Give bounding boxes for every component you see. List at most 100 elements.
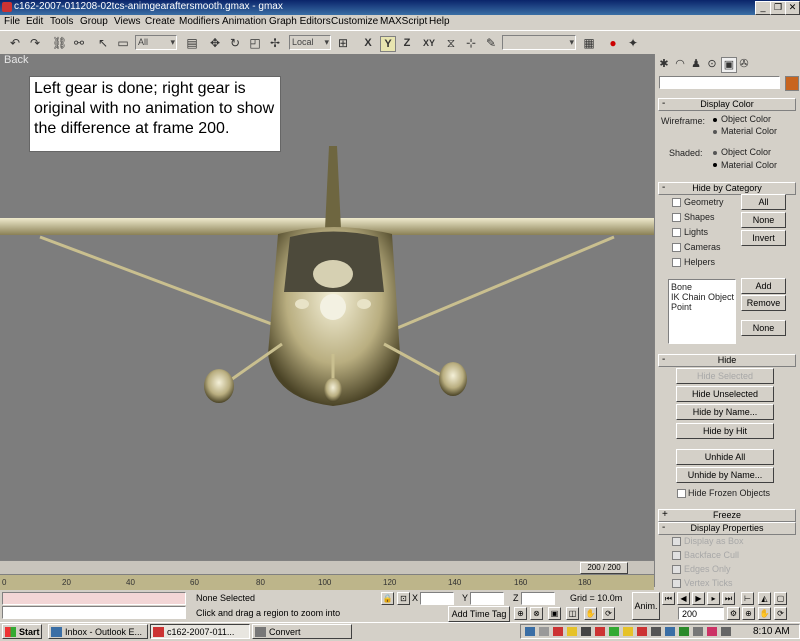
shaded-material-color-radio[interactable] <box>713 163 717 167</box>
unlink-icon[interactable]: ⚯ <box>72 36 86 50</box>
maximize-viewport-icon[interactable]: ▢ <box>774 592 787 605</box>
menu-modifiers[interactable]: Modifiers <box>179 16 220 27</box>
previous-frame-icon[interactable]: ◀ <box>677 592 690 605</box>
menu-graph-editors[interactable]: Graph Editors <box>269 16 331 27</box>
motion-tab-icon[interactable]: ⊙ <box>705 57 719 71</box>
menu-maxscript[interactable]: MAXScript <box>380 16 427 27</box>
scale-icon[interactable]: ◰ <box>248 36 262 50</box>
list-item[interactable]: IK Chain Object <box>671 292 734 302</box>
rotate-icon[interactable]: ↻ <box>228 36 242 50</box>
tray-app-icon[interactable] <box>567 627 577 636</box>
align-icon[interactable]: ⊹ <box>464 36 478 50</box>
menu-customize[interactable]: Customize <box>331 16 378 27</box>
display-color-rollout-header[interactable]: - Display Color <box>658 98 796 111</box>
freeze-rollout-header[interactable]: + Freeze <box>658 509 796 522</box>
named-selection-dropdown[interactable] <box>502 35 576 50</box>
render-teapot-icon[interactable]: ● <box>606 36 620 50</box>
tray-app-icon[interactable] <box>707 627 717 636</box>
invert-button[interactable]: Invert <box>741 230 786 246</box>
wireframe-material-color-radio[interactable] <box>713 130 717 134</box>
select-by-name-icon[interactable]: ▤ <box>185 36 199 50</box>
category-list[interactable]: Bone IK Chain Object Point <box>668 279 736 344</box>
display-as-box-checkbox[interactable] <box>672 537 681 546</box>
maxscript-input-field[interactable] <box>2 606 186 619</box>
wireframe-object-color-radio[interactable] <box>713 118 717 122</box>
display-properties-rollout-header[interactable]: - Display Properties <box>658 522 796 535</box>
task-outlook[interactable]: Inbox - Outlook E... <box>48 624 148 639</box>
back-viewport[interactable]: Back Left gear is done; right gear is or… <box>0 54 654 560</box>
time-config-icon[interactable]: ⚙ <box>727 607 740 620</box>
play-icon[interactable]: ▶ <box>692 592 705 605</box>
object-name-field[interactable] <box>659 76 780 89</box>
nav-zoom-extents-icon[interactable]: ▣ <box>548 607 561 620</box>
undo-icon[interactable]: ↶ <box>8 36 22 50</box>
hide-unselected-button[interactable]: Hide Unselected <box>676 386 774 402</box>
none-button[interactable]: None <box>741 212 786 228</box>
unhide-by-name-button[interactable]: Unhide by Name... <box>676 467 774 483</box>
geometry-checkbox[interactable] <box>672 198 681 207</box>
shaded-object-color-radio[interactable] <box>713 151 717 155</box>
menu-animation[interactable]: Animation <box>222 16 266 27</box>
clock[interactable]: 8:10 AM <box>753 626 790 637</box>
y-coord-field[interactable] <box>470 592 504 605</box>
nav-zoom-all-icon[interactable]: ⊗ <box>530 607 543 620</box>
menu-help[interactable]: Help <box>429 16 450 27</box>
lock-selection-icon[interactable]: 🔒 <box>381 592 394 605</box>
current-frame-field[interactable]: 200 <box>678 607 724 620</box>
task-convert[interactable]: Convert <box>252 624 352 639</box>
link-icon[interactable]: ⛓ <box>52 36 67 50</box>
selection-filter-dropdown[interactable]: All <box>135 35 177 50</box>
tray-app-icon[interactable] <box>679 627 689 636</box>
vertex-ticks-checkbox[interactable] <box>672 579 681 588</box>
animate-toggle-button[interactable]: Anim. <box>632 592 660 620</box>
volume-icon[interactable] <box>721 627 731 636</box>
hide-by-name-button[interactable]: Hide by Name... <box>676 404 774 420</box>
view-zoom-icon[interactable]: ⊕ <box>742 607 755 620</box>
constraint-z-button[interactable]: Z <box>400 36 414 50</box>
modify-tab-icon[interactable]: ◠ <box>673 57 687 71</box>
remove-button[interactable]: Remove <box>741 295 786 311</box>
tray-app-icon[interactable] <box>693 627 703 636</box>
list-item[interactable]: Bone <box>671 282 733 292</box>
edges-only-checkbox[interactable] <box>672 565 681 574</box>
hierarchy-tab-icon[interactable]: ♟ <box>689 57 703 71</box>
nav-arc-rotate-icon[interactable]: ⟳ <box>602 607 615 620</box>
task-gmax[interactable]: c162-2007-011... <box>150 624 250 639</box>
quick-render-icon[interactable]: ✦ <box>626 36 640 50</box>
field-of-view-icon[interactable]: ◭ <box>758 592 771 605</box>
view-rotate-icon[interactable]: ⟳ <box>774 607 787 620</box>
x-coord-field[interactable] <box>420 592 454 605</box>
go-to-end-icon[interactable]: ⏭ <box>722 592 735 605</box>
close-button[interactable]: ✕ <box>785 1 800 15</box>
menu-file[interactable]: File <box>4 16 20 27</box>
go-to-start-icon[interactable]: ⏮ <box>662 592 675 605</box>
constraint-y-button[interactable]: Y <box>380 36 396 52</box>
add-time-tag-button[interactable]: Add Time Tag <box>448 606 510 622</box>
named-selection-icon[interactable]: ✎ <box>484 36 498 50</box>
cameras-checkbox[interactable] <box>672 243 681 252</box>
object-color-swatch[interactable] <box>785 76 799 91</box>
absolute-mode-icon[interactable]: ⊡ <box>397 592 410 605</box>
track-bar[interactable]: 0 20 40 60 80 100 120 140 160 180 <box>0 574 654 591</box>
key-mode-icon[interactable]: ⊢ <box>741 592 754 605</box>
menu-edit[interactable]: Edit <box>26 16 43 27</box>
nav-zoom-icon[interactable]: ⊕ <box>514 607 527 620</box>
menu-views[interactable]: Views <box>114 16 141 27</box>
tray-app-icon[interactable] <box>553 627 563 636</box>
start-button[interactable]: Start <box>2 624 42 639</box>
menu-group[interactable]: Group <box>80 16 108 27</box>
next-frame-icon[interactable]: ▸ <box>707 592 720 605</box>
unhide-all-button[interactable]: Unhide All <box>676 449 774 465</box>
maxscript-listener-field[interactable] <box>2 592 186 605</box>
hide-by-hit-button[interactable]: Hide by Hit <box>676 423 774 439</box>
menu-create[interactable]: Create <box>145 16 175 27</box>
region-select-icon[interactable]: ▭ <box>116 36 130 50</box>
list-item[interactable]: Point <box>671 302 733 312</box>
maximize-button[interactable]: ❐ <box>770 1 786 15</box>
constraint-xy-button[interactable]: XY <box>420 36 438 50</box>
tray-app-icon[interactable] <box>539 627 549 636</box>
tray-app-icon[interactable] <box>609 627 619 636</box>
redo-icon[interactable]: ↷ <box>28 36 42 50</box>
material-editor-icon[interactable]: ▦ <box>582 36 596 50</box>
helpers-checkbox[interactable] <box>672 258 681 267</box>
